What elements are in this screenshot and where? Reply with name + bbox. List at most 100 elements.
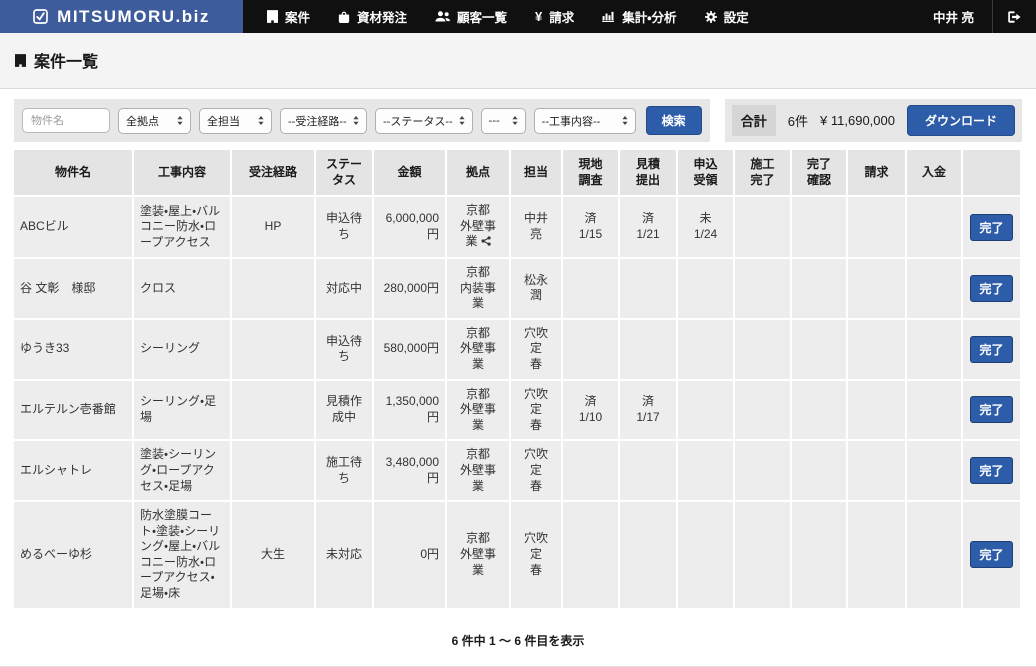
cell-status: 施工待 ち	[316, 441, 374, 502]
complete-button[interactable]: 完了	[970, 457, 1012, 484]
cell-status: 対応中	[316, 259, 374, 320]
select-value: ---	[489, 115, 500, 127]
cell-name: ABCビル	[14, 197, 134, 259]
cell-name: エルシャトレ	[14, 441, 134, 502]
cell-estimate: 済 1/17	[620, 381, 678, 442]
brand-logo[interactable]: MITSUMORU.biz	[0, 0, 243, 33]
cell-staff: 松永 潤	[511, 259, 563, 320]
cell-base: 京都 外壁事 業	[447, 441, 511, 502]
cell-work: 塗装・シーリング・ロープアクセス・足場	[134, 441, 232, 502]
total-label: 合計	[732, 105, 776, 136]
cell-action: 完了	[963, 502, 1022, 610]
cell-survey	[563, 259, 620, 320]
cell-application	[678, 259, 735, 320]
cell-channel	[232, 259, 316, 320]
col-header-amount: 金額	[374, 150, 447, 197]
cell-survey	[563, 441, 620, 502]
cell-base: 京都 外壁事 業	[447, 197, 511, 259]
cell-name: エルテルン壱番館	[14, 381, 134, 442]
complete-button[interactable]: 完了	[970, 336, 1012, 363]
keyword-input[interactable]	[22, 108, 110, 133]
cell-application	[678, 381, 735, 442]
logout-button[interactable]	[992, 0, 1036, 33]
bag-icon	[338, 11, 350, 23]
caret-updown-icon	[512, 116, 518, 125]
cell-work: シーリング・足場	[134, 381, 232, 442]
complete-button[interactable]: 完了	[970, 396, 1012, 423]
channel-filter[interactable]: --受注経路--	[280, 108, 367, 134]
cell-application	[678, 502, 735, 610]
share-icon[interactable]	[481, 235, 491, 251]
cell-estimate: 済 1/21	[620, 197, 678, 259]
col-header-estimate: 見積 提出	[620, 150, 678, 197]
cell-channel: HP	[232, 197, 316, 259]
caret-updown-icon	[353, 116, 359, 125]
summary-bar: 合計 6件 ¥ 11,690,000 ダウンロード	[725, 99, 1022, 142]
cell-construction	[735, 259, 792, 320]
nav-item-shizai-hacchu[interactable]: 資材発注	[324, 0, 421, 33]
cell-construction	[735, 381, 792, 442]
base-name: 京都 外壁事 業	[460, 447, 496, 492]
cell-channel	[232, 381, 316, 442]
table-row: めるべーゆ杉防水塗膜コート・塗装・シーリング・屋上・バルコニー防水・ロープアクセ…	[14, 502, 1022, 610]
work-filter[interactable]: --工事内容--	[534, 108, 636, 134]
cell-payment	[907, 259, 963, 320]
cell-construction	[735, 197, 792, 259]
table-row: 谷 文彰 様邸クロス対応中280,000円京都 内装事 業松永 潤完了	[14, 259, 1022, 320]
col-header-base: 拠点	[447, 150, 511, 197]
yen-icon: ¥	[535, 9, 542, 24]
filter-bar: 全拠点全担当 --受注経路-- --ステータス-- --- --工事内容-- 検索	[14, 99, 710, 142]
cell-confirm	[792, 502, 848, 610]
cell-estimate	[620, 441, 678, 502]
sub-status-filter[interactable]: ---	[481, 108, 526, 134]
staff-filter[interactable]: 全担当	[199, 108, 272, 134]
cell-action: 完了	[963, 259, 1022, 320]
base-name: 京都 内装事 業	[460, 265, 496, 310]
download-button[interactable]: ダウンロード	[907, 105, 1015, 136]
brand-name: MITSUMORU.biz	[57, 7, 210, 27]
status-filter[interactable]: --ステータス--	[375, 108, 473, 134]
cell-confirm	[792, 441, 848, 502]
cell-status: 申込待 ち	[316, 197, 374, 259]
nav-item-shukei-bunseki[interactable]: 集計・分析	[588, 0, 690, 33]
nav-item-kokyaku-ichiran[interactable]: 顧客一覧	[421, 0, 521, 33]
col-header-channel: 受注経路	[232, 150, 316, 197]
complete-button[interactable]: 完了	[970, 214, 1012, 241]
table-row: ABCビル塗装・屋上・バルコニー防水・ロープアクセスHP申込待 ち6,000,0…	[14, 197, 1022, 259]
complete-button[interactable]: 完了	[970, 541, 1012, 568]
nav-item-anken[interactable]: 案件	[253, 0, 324, 33]
cell-work: シーリング	[134, 320, 232, 381]
cell-status: 未対応	[316, 502, 374, 610]
nav-item-seikyu[interactable]: ¥請求	[521, 0, 588, 33]
cell-amount: 280,000円	[374, 259, 447, 320]
cell-base: 京都 外壁事 業	[447, 502, 511, 610]
page-title: 案件一覧	[34, 48, 98, 72]
base-filter[interactable]: 全拠点	[118, 108, 191, 134]
complete-button[interactable]: 完了	[970, 275, 1012, 302]
logout-icon	[1008, 11, 1021, 23]
building-icon	[15, 54, 26, 67]
search-button[interactable]: 検索	[646, 106, 702, 135]
select-value: --工事内容--	[542, 113, 601, 129]
total-count: 6件	[788, 111, 808, 130]
cell-name: 谷 文彰 様邸	[14, 259, 134, 320]
base-name: 京都 外壁事 業	[460, 326, 496, 371]
nav-item-label: 顧客一覧	[457, 7, 507, 26]
cell-application	[678, 441, 735, 502]
col-header-construction: 施工 完了	[735, 150, 792, 197]
checkbox-logo-icon	[33, 9, 48, 24]
select-value: --ステータス--	[383, 113, 453, 129]
user-menu[interactable]: 中井 亮	[915, 0, 992, 33]
cell-construction	[735, 320, 792, 381]
col-header-staff: 担当	[511, 150, 563, 197]
cell-work: 塗装・屋上・バルコニー防水・ロープアクセス	[134, 197, 232, 259]
cell-survey	[563, 320, 620, 381]
cell-survey: 済 1/10	[563, 381, 620, 442]
cell-estimate	[620, 502, 678, 610]
cell-construction	[735, 441, 792, 502]
nav-item-settei[interactable]: 設定	[691, 0, 763, 33]
base-name: 京都 外壁事 業	[460, 531, 496, 576]
cell-application	[678, 320, 735, 381]
cell-survey: 済 1/15	[563, 197, 620, 259]
cell-name: ゆうき33	[14, 320, 134, 381]
